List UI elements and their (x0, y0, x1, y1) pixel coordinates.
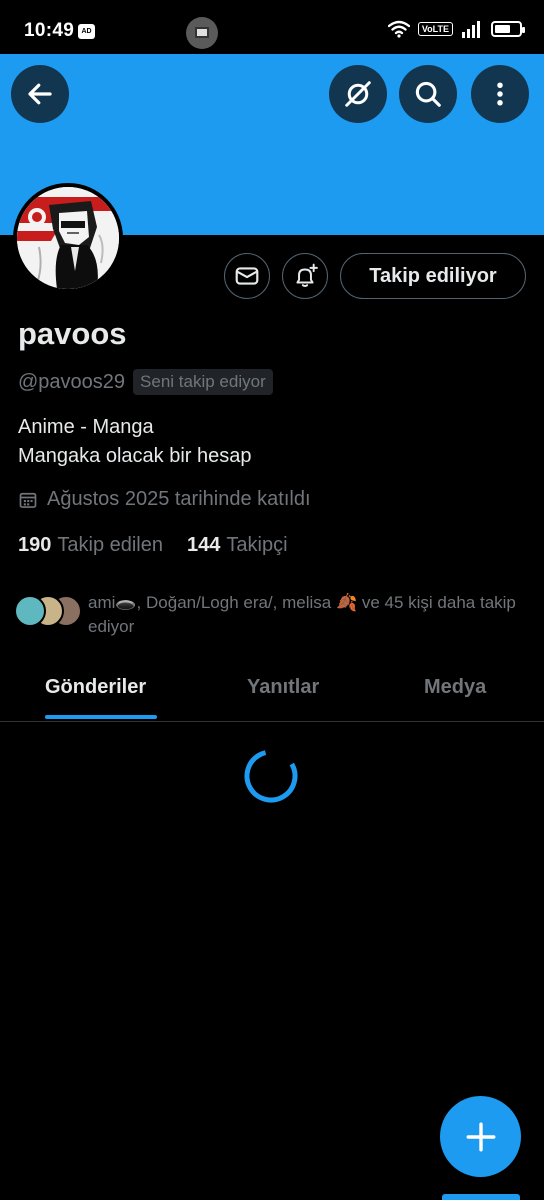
tab-posts[interactable]: Gönderiler (45, 676, 146, 699)
notification-button[interactable] (282, 253, 328, 299)
bio-line: Anime - Manga (18, 416, 154, 438)
wifi-icon (387, 20, 410, 38)
signal-icon (462, 21, 480, 38)
followers-label: Takipçi (226, 534, 288, 556)
notification-bell-plus-icon (296, 263, 318, 287)
status-bar: 10:49 AD VoLTE (0, 0, 544, 62)
search-button[interactable] (399, 65, 457, 123)
active-tab-indicator (45, 715, 157, 719)
message-button[interactable] (224, 253, 270, 299)
battery-icon (491, 21, 525, 37)
search-icon (415, 81, 441, 107)
follows-you-badge: Seni takip ediyor (133, 369, 273, 395)
following-count: 190 (18, 534, 52, 556)
followers-count: 144 (187, 534, 221, 556)
plus-icon (466, 1122, 495, 1151)
status-time: 10:49 (24, 20, 75, 41)
volte-badge: VoLTE (417, 22, 453, 36)
compose-fab-button[interactable] (440, 1096, 521, 1177)
back-arrow-icon (28, 83, 52, 105)
joined-date: Ağustos 2025 tarihinde katıldı (18, 488, 311, 511)
follow-stats: 190 Takip edilen 144 Takipçi (18, 534, 288, 557)
notification-thumbnail-icon (186, 17, 218, 49)
display-name: pavoos (18, 316, 127, 351)
tab-replies[interactable]: Yanıtlar (247, 676, 319, 699)
following-label: Takip edilen (57, 534, 163, 556)
mutual-avatar (14, 595, 46, 627)
more-options-button[interactable] (471, 65, 529, 123)
back-button[interactable] (11, 65, 69, 123)
message-icon (235, 267, 259, 285)
grok-button[interactable] (329, 65, 387, 123)
avatar-image (17, 187, 119, 289)
bio: Anime - Manga Mangaka olacak bir hesap (18, 413, 251, 471)
following-button[interactable]: Takip ediliyor (340, 253, 526, 299)
profile-tabs: Gönderiler Yanıtlar Medya (0, 664, 544, 722)
tab-media[interactable]: Medya (424, 676, 486, 699)
mutual-avatars (14, 591, 82, 629)
bottom-nav-edge (442, 1194, 520, 1200)
avatar[interactable] (13, 183, 123, 293)
grok-icon (345, 81, 371, 107)
followers-stat[interactable]: 144 Takipçi (187, 534, 288, 557)
status-icons: VoLTE (387, 20, 525, 38)
ad-badge-icon: AD (78, 24, 95, 39)
mutual-followers-text: ami🕳️, Doğan/Logh era/, melisa 🍂 ve 45 k… (88, 593, 516, 636)
loading-spinner-icon (244, 749, 298, 803)
following-stat[interactable]: 190 Takip edilen (18, 534, 163, 557)
more-vertical-icon (497, 82, 503, 106)
mutual-followers[interactable]: ami🕳️, Doğan/Logh era/, melisa 🍂 ve 45 k… (14, 591, 528, 639)
handle-row: @pavoos29 Seni takip ediyor (18, 369, 273, 395)
joined-text: Ağustos 2025 tarihinde katıldı (47, 488, 311, 510)
handle: @pavoos29 (18, 370, 126, 393)
calendar-icon (19, 492, 37, 508)
bio-line: Mangaka olacak bir hesap (18, 445, 252, 467)
